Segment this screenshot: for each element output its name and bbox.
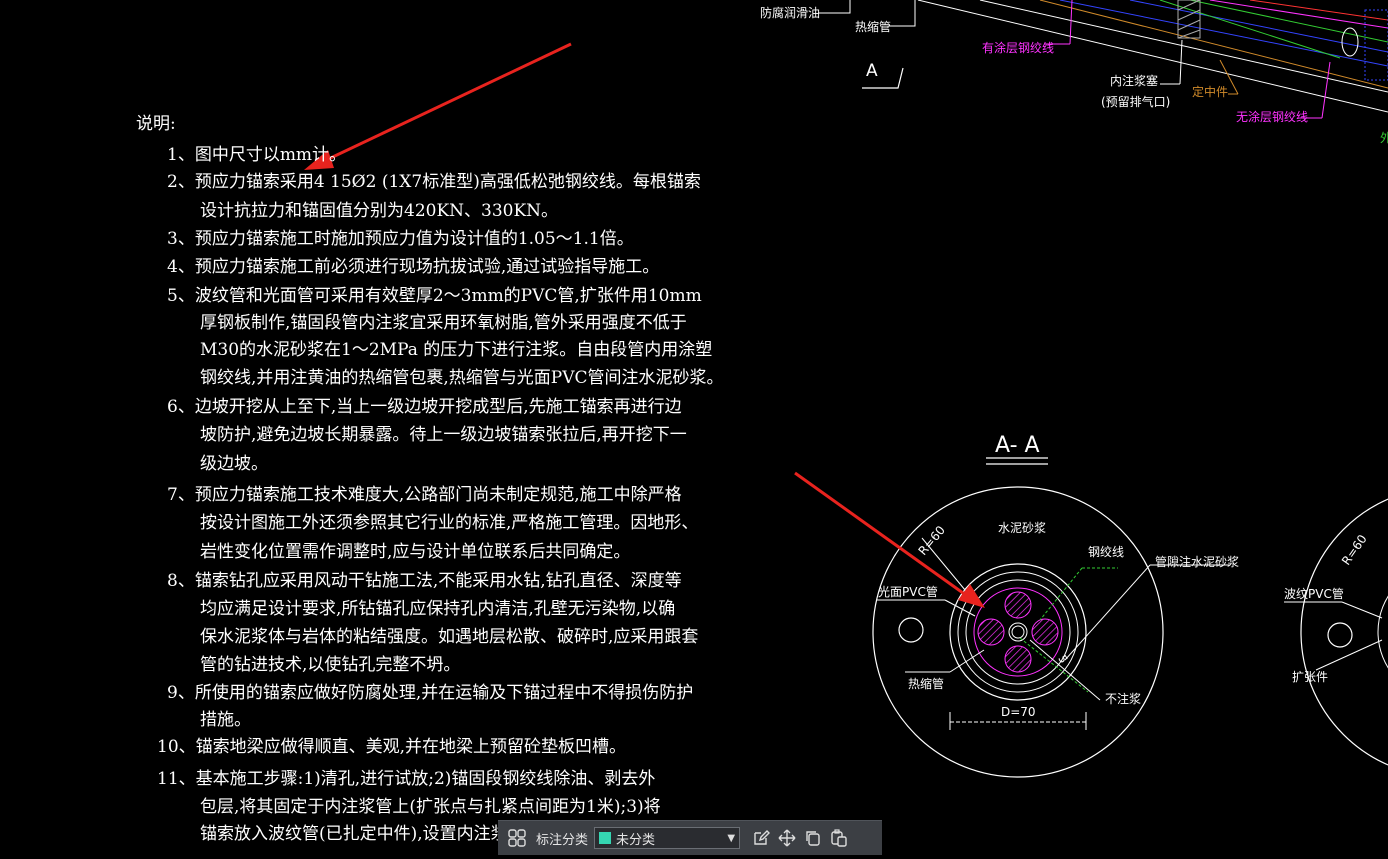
- note-line: M30的水泥砂浆在1～2MPa 的压力下进行注浆。自由段管内用涂塑: [200, 340, 713, 360]
- label-uncoated-strand: 无涂层钢绞线: [1236, 109, 1308, 124]
- note-line: 3、预应力锚索施工时施加预应力值为设计值的1.05～1.1倍。: [167, 229, 634, 249]
- note-line: 钢绞线,并用注黄油的热缩管包裹,热缩管与光面PVC管间注水泥砂浆。: [200, 368, 724, 388]
- label-heat-shrink-section: 热缩管: [908, 676, 944, 691]
- section-a-a: A- A 水泥砂浆 钢绞线 管隙注水泥砂浆 光面PVC管 热缩管 不注浆 R=6…: [872, 433, 1239, 778]
- section-title: A- A: [995, 433, 1040, 458]
- note-line: 6、边坡开挖从上至下,当上一级边坡开挖成型后,先施工锚索再进行边: [167, 397, 682, 417]
- label-expander: 扩张件: [1292, 670, 1328, 684]
- note-line: 按设计图施工外还须参照其它行业的标准,严格施工管理。因地形、: [200, 513, 699, 533]
- chevron-down-icon: ▼: [727, 832, 736, 844]
- label-cement-mortar: 水泥砂浆: [998, 520, 1046, 535]
- notes-title: 说明:: [136, 114, 176, 134]
- label-no-grout: 不注浆: [1105, 691, 1141, 706]
- edit-icon[interactable]: [748, 825, 774, 851]
- section-right-partial: 波纹PVC管 扩张件 R=60: [1284, 498, 1388, 766]
- note-line: 厚钢板制作,锚固段管内注浆宜采用环氧树脂,管外采用强度不低于: [200, 313, 687, 333]
- section-mark-a: A: [866, 61, 878, 81]
- copy-icon[interactable]: [800, 825, 826, 851]
- label-corrugated-pvc: 波纹PVC管: [1284, 586, 1344, 601]
- label-centering-piece: 定中件: [1192, 84, 1228, 99]
- category-color-swatch: [599, 832, 612, 844]
- note-line: 7、预应力锚索施工技术难度大,公路部门尚未制定规范,施工中除严格: [167, 485, 682, 505]
- label-anticorrosion-oil: 防腐润滑油: [760, 5, 820, 20]
- category-select-value: 未分类: [616, 832, 656, 848]
- label-inner-plug: 内注浆塞: [1110, 73, 1158, 88]
- note-line: 11、基本施工步骤:1)清孔,进行试放;2)锚固段钢绞线除油、剥去外: [157, 769, 656, 789]
- label-steel-strand: 钢绞线: [1088, 544, 1124, 559]
- note-line: 均应满足设计要求,所钻锚孔应保持孔内清洁,孔壁无污染物,以确: [200, 599, 676, 619]
- label-smooth-pvc: 光面PVC管: [878, 584, 938, 599]
- label-gap-grout: 管隙注水泥砂浆: [1155, 554, 1239, 569]
- move-icon[interactable]: [774, 825, 800, 851]
- note-line: 9、所使用的锚索应做好防腐处理,并在运输及下锚过程中不得损伤防护: [167, 683, 694, 703]
- category-select[interactable]: 未分类 ▼: [594, 827, 741, 849]
- label-radius: R=60: [916, 523, 948, 558]
- annotate-category-label: 标注分类: [536, 832, 589, 848]
- note-line: 8、锚索钻孔应采用风动干钻施工法,不能采用水钻,钻孔直径、深度等: [167, 571, 682, 591]
- grid-icon[interactable]: [504, 825, 530, 851]
- note-line: 管的钻进技术,以使钻孔完整不坍。: [200, 655, 461, 675]
- label-coated-strand: 有涂层钢绞线: [982, 40, 1054, 55]
- note-line: 坡防护,避免边坡长期暴露。待上一级边坡锚索张拉后,再开挖下一: [200, 425, 687, 445]
- note-line: 设计抗拉力和锚固值分别为420KN、330KN。: [200, 201, 559, 221]
- label-heat-shrink-top: 热缩管: [855, 19, 891, 34]
- note-line: 10、锚索地梁应做得顺直、美观,并在地梁上预留砼垫板凹槽。: [157, 737, 627, 757]
- note-line: 措施。: [200, 710, 251, 730]
- annotation-toolbar: 标注分类 未分类 ▼: [498, 820, 882, 855]
- note-line: 保水泥浆体与岩体的粘结强度。如遇地层松散、破碎时,应采用跟套: [200, 627, 699, 647]
- label-radius-right: R=60: [1339, 532, 1370, 568]
- note-line: 2、预应力锚索采用4 15Ø2 (1X7标准型)高强低松弛钢绞线。每根锚索: [167, 172, 701, 192]
- note-line: 包层,将其固定于内注浆管上(扩张点与扎紧点间距为1米);3)将: [200, 797, 661, 817]
- label-vent-reserve: (预留排气口): [1101, 94, 1170, 109]
- note-line: 1、图中尺寸以mm计。: [167, 145, 347, 165]
- anchor-detail-top: 防腐润滑油 热缩管 A 有涂层钢绞线 内注浆塞 (预留排气口) 定中件 无涂层钢…: [760, 0, 1388, 145]
- note-line: 岩性变化位置需作调整时,应与设计单位联系后共同确定。: [200, 542, 631, 562]
- label-diameter: D=70: [1001, 705, 1036, 719]
- note-line: 5、波纹管和光面管可采用有效壁厚2～3mm的PVC管,扩张件用10mm: [167, 286, 702, 306]
- cad-drawing-canvas[interactable]: 防腐润滑油 热缩管 A 有涂层钢绞线 内注浆塞 (预留排气口) 定中件 无涂层钢…: [0, 0, 1388, 855]
- paste-icon[interactable]: [826, 825, 852, 851]
- red-arrow-notes: [319, 42, 572, 165]
- svg-text:外: 外: [1380, 131, 1388, 145]
- note-line: 4、预应力锚索施工前必须进行现场抗拔试验,通过试验指导施工。: [167, 257, 660, 277]
- note-line: 级边坡。: [200, 454, 268, 474]
